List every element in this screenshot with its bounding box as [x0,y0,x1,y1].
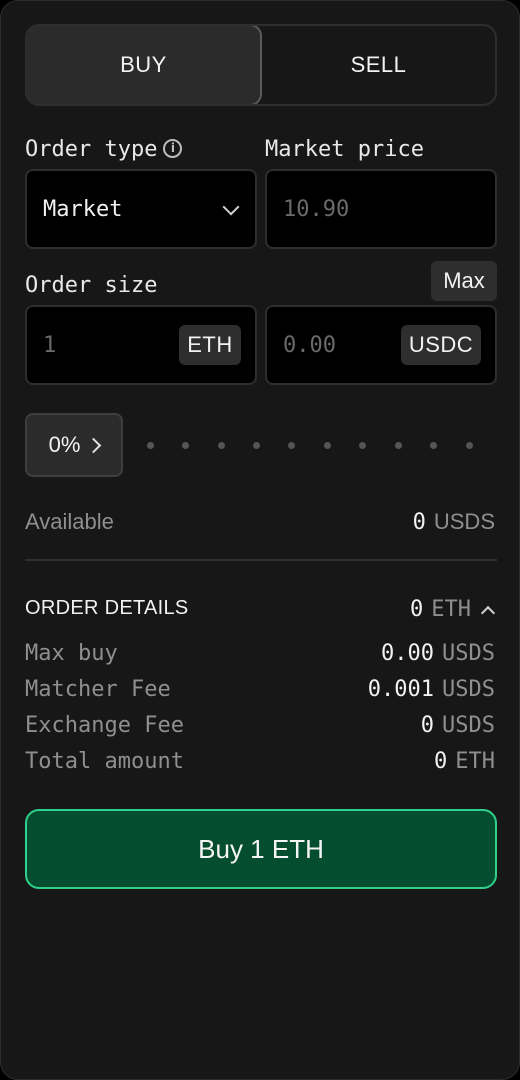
eth-token-badge: ETH [179,325,241,365]
order-type-select[interactable]: Market [25,169,257,249]
base-amount-placeholder: 1 [43,332,57,358]
tab-buy[interactable]: BUY [27,26,262,104]
total-amount-amount: 0 [434,749,448,774]
slider-step[interactable] [466,442,473,449]
slider-step[interactable] [395,442,402,449]
slider-step[interactable] [218,442,225,449]
order-details-title: ORDER DETAILS [25,597,189,619]
max-buy-unit: USDS [442,641,495,666]
divider [25,559,497,561]
max-buy-label: Max buy [25,641,118,666]
info-icon[interactable]: i [163,138,183,158]
order-details-summary-value: 0 [410,597,424,622]
slider-step[interactable] [147,442,154,449]
exchange-fee-value: 0 USDS [421,713,495,738]
matcher-fee-amount: 0.001 [367,677,435,702]
buy-sell-tabs: BUY SELL [25,24,497,106]
slider-step[interactable] [430,442,437,449]
slider-step[interactable] [182,442,189,449]
total-amount-value: 0 ETH [434,749,495,774]
market-price-label: Market price [265,137,424,162]
chevron-up-icon [480,605,496,621]
slider-step[interactable] [324,442,331,449]
exchange-fee-amount: 0 [420,713,435,738]
available-label: Available [25,509,114,534]
matcher-fee-unit: USDS [442,677,495,702]
max-buy-amount: 0.00 [381,641,435,666]
available-amount: 0 [412,510,426,535]
order-type-label-text: Order type [25,137,158,162]
slider-step[interactable] [359,442,366,449]
chevron-right-icon [86,437,102,453]
percent-button[interactable]: 0% [25,413,123,477]
market-price-field[interactable]: 10.90 [265,169,497,249]
order-type-value: Market [43,196,123,222]
slider-step[interactable] [288,442,295,449]
tab-sell[interactable]: SELL [262,26,495,104]
buy-submit-button[interactable]: Buy 1 ETH [25,809,497,889]
max-button[interactable]: Max [431,261,497,301]
slider-step[interactable] [253,442,260,449]
market-price-placeholder: 10.90 [283,196,350,222]
max-buy-value: 0.00 USDS [381,641,495,666]
order-details-summary-unit: ETH [431,597,471,622]
matcher-fee-value: 0.001 USDS [368,677,495,702]
exchange-fee-unit: USDS [442,713,495,738]
trade-panel: BUY SELL Order type i Market price Market… [0,0,520,1080]
order-size-label: Order size [25,273,158,298]
percent-value: 0% [48,432,81,457]
order-details-toggle[interactable]: 0 ETH [410,597,496,622]
chevron-down-icon [222,198,240,216]
total-amount-label: Total amount [25,749,184,774]
matcher-fee-label: Matcher Fee [25,677,171,702]
exchange-fee-label: Exchange Fee [25,713,184,738]
total-amount-unit: ETH [455,749,495,774]
available-value: 0 USDS [413,509,495,535]
available-unit: USDS [433,509,495,534]
quote-amount-placeholder: 0.00 [283,332,336,358]
usdc-token-badge: USDC [401,325,481,365]
order-type-label: Order type i [25,137,183,162]
